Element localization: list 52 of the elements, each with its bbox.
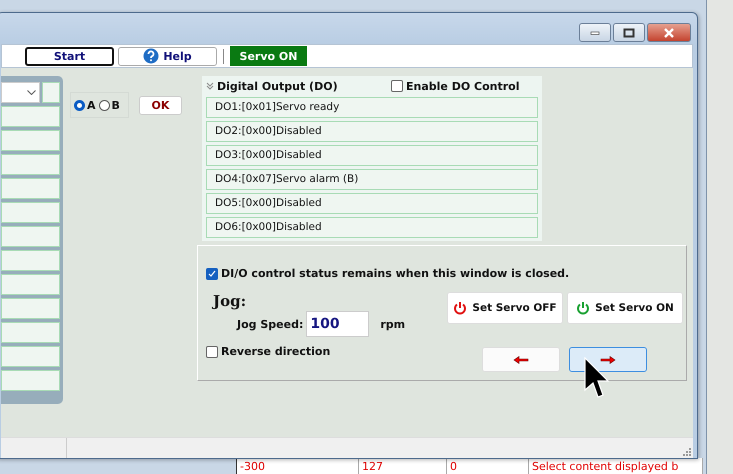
servo-on-button[interactable]: Set Servo ON (567, 292, 683, 324)
jog-speed-label: Jog Speed: (237, 318, 304, 330)
output-row: DO4:[0x07]Servo alarm (B) (206, 169, 538, 190)
close-button[interactable] (647, 23, 691, 42)
group-title: Digital Output (DO) (217, 80, 339, 92)
output-row: DO6:[0x00]Disabled (206, 217, 538, 238)
close-icon (663, 28, 675, 38)
jog-title: Jog: (213, 292, 248, 310)
list-cell (1, 178, 60, 199)
power-icon (453, 301, 468, 315)
servo-off-button[interactable]: Set Servo OFF (447, 292, 563, 324)
list-cell (1, 250, 60, 271)
list-cell (1, 274, 60, 295)
maximize-button[interactable] (613, 23, 645, 42)
unit-label: rpm (380, 318, 406, 330)
minimize-icon (590, 30, 600, 34)
right-arrow-icon (600, 356, 616, 364)
list-cell (1, 226, 60, 247)
help-icon (143, 48, 160, 64)
radio-option[interactable]: B (98, 98, 120, 112)
list-cell (1, 106, 60, 127)
list-cell (1, 154, 60, 175)
reverse-checkbox[interactable]: Reverse direction (206, 345, 446, 358)
maximize-icon (623, 28, 635, 38)
radio-option[interactable]: A (74, 98, 96, 112)
list-cell (42, 82, 60, 103)
list-cell (1, 370, 60, 391)
enable-do-checkbox[interactable]: Enable DO Control (391, 80, 520, 92)
output-row: DO5:[0x00]Disabled (206, 193, 538, 214)
resize-grip-icon (683, 448, 691, 456)
collapse-icon (206, 82, 214, 90)
list-cell (1, 298, 60, 319)
list-cell (1, 322, 60, 343)
output-row: DO3:[0x00]Disabled (206, 145, 538, 166)
list-cell (1, 130, 60, 151)
keep-status-checkbox[interactable]: DI/O control status remains when this window is closed. (206, 267, 686, 280)
minimize-button[interactable] (579, 23, 611, 42)
help-button[interactable]: Help (118, 46, 217, 66)
left-arrow-icon (513, 356, 529, 364)
start-button[interactable]: Start (25, 46, 114, 66)
output-row: DO1:[0x01]Servo ready (206, 97, 538, 118)
jog-right-button[interactable] (569, 347, 647, 372)
ok-button[interactable]: OK (138, 96, 182, 115)
checkmark-icon (208, 270, 216, 278)
jog-speed-field[interactable]: 100 (306, 311, 370, 337)
jog-left-button[interactable] (482, 347, 560, 372)
list-cell (1, 346, 60, 367)
chevron-down-icon (27, 90, 36, 95)
servo-status-badge: Servo ON (230, 46, 307, 66)
list-cell (1, 202, 60, 223)
power-icon (576, 301, 590, 315)
output-row: DO2:[0x00]Disabled (206, 121, 538, 142)
